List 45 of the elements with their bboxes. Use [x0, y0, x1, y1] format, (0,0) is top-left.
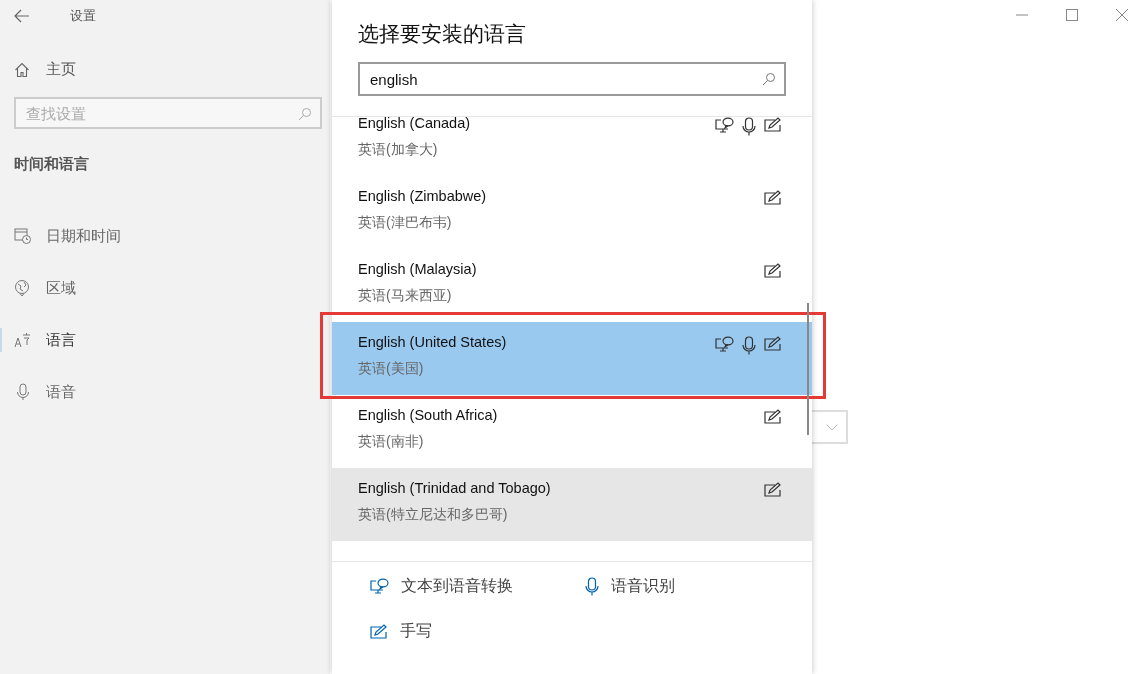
section-heading: 时间和语言	[14, 155, 89, 174]
close-icon[interactable]	[1116, 9, 1128, 21]
language-row[interactable]: English (United States) 英语(美国)	[332, 322, 812, 395]
chevron-down-icon	[826, 423, 838, 431]
language-name: English (Trinidad and Tobago)	[358, 480, 551, 496]
nav-item[interactable]: 日期和时间	[14, 210, 164, 262]
legend-label: 文本到语音转换	[401, 576, 513, 596]
nav-item[interactable]: 语音	[14, 366, 164, 418]
language-row[interactable]: English (Trinidad and Tobago) 英语(特立尼达和多巴哥)	[332, 468, 812, 541]
microphone-icon	[14, 383, 32, 401]
language-name: English (United States)	[358, 334, 507, 350]
language-native-name: 英语(马来西亚)	[358, 287, 453, 305]
search-icon	[298, 107, 312, 121]
calendar-clock-icon	[14, 227, 32, 245]
language-row[interactable]: English (Malaysia) 英语(马来西亚)	[332, 249, 812, 322]
language-row[interactable]: English (South Africa) 英语(南非)	[332, 395, 812, 468]
language-native-name: 英语(津巴布韦)	[358, 214, 453, 232]
language-name: English (South Africa)	[358, 407, 498, 423]
language-name: English (Canada)	[358, 117, 471, 131]
legend-label: 语音识别	[611, 576, 675, 596]
language-native-name: 英语(加拿大)	[358, 141, 439, 159]
nav-item[interactable]: 区域	[14, 262, 164, 314]
window-title: 设置	[70, 7, 96, 25]
search-icon	[762, 72, 776, 86]
language-name: English (Malaysia)	[358, 261, 477, 277]
search-field[interactable]: 查找设置	[14, 97, 322, 129]
language-native-name: 英语(美国)	[358, 360, 425, 378]
language-native-name: 英语(南非)	[358, 433, 425, 451]
legend-label: 手写	[400, 621, 432, 641]
scrollbar-thumb[interactable]	[807, 303, 809, 435]
dialog-title: 选择要安装的语言	[358, 21, 526, 47]
language-name: English (Zimbabwe)	[358, 188, 487, 204]
home-link[interactable]: 主页	[14, 60, 94, 79]
language-native-name: 英语(特立尼达和多巴哥)	[358, 506, 509, 524]
handwriting-icon	[370, 624, 388, 639]
language-row[interactable]: English (Canada) 英语(加拿大)	[332, 117, 812, 176]
globe-icon	[14, 279, 32, 297]
back-arrow-icon[interactable]	[14, 9, 30, 23]
maximize-icon[interactable]	[1066, 9, 1078, 21]
language-row[interactable]: English (Zimbabwe) 英语(津巴布韦)	[332, 176, 812, 249]
language-icon	[14, 331, 32, 349]
search-field[interactable]: english	[358, 62, 786, 96]
text-to-speech-icon	[370, 578, 389, 595]
home-icon	[14, 61, 30, 78]
microphone-icon	[585, 577, 599, 596]
